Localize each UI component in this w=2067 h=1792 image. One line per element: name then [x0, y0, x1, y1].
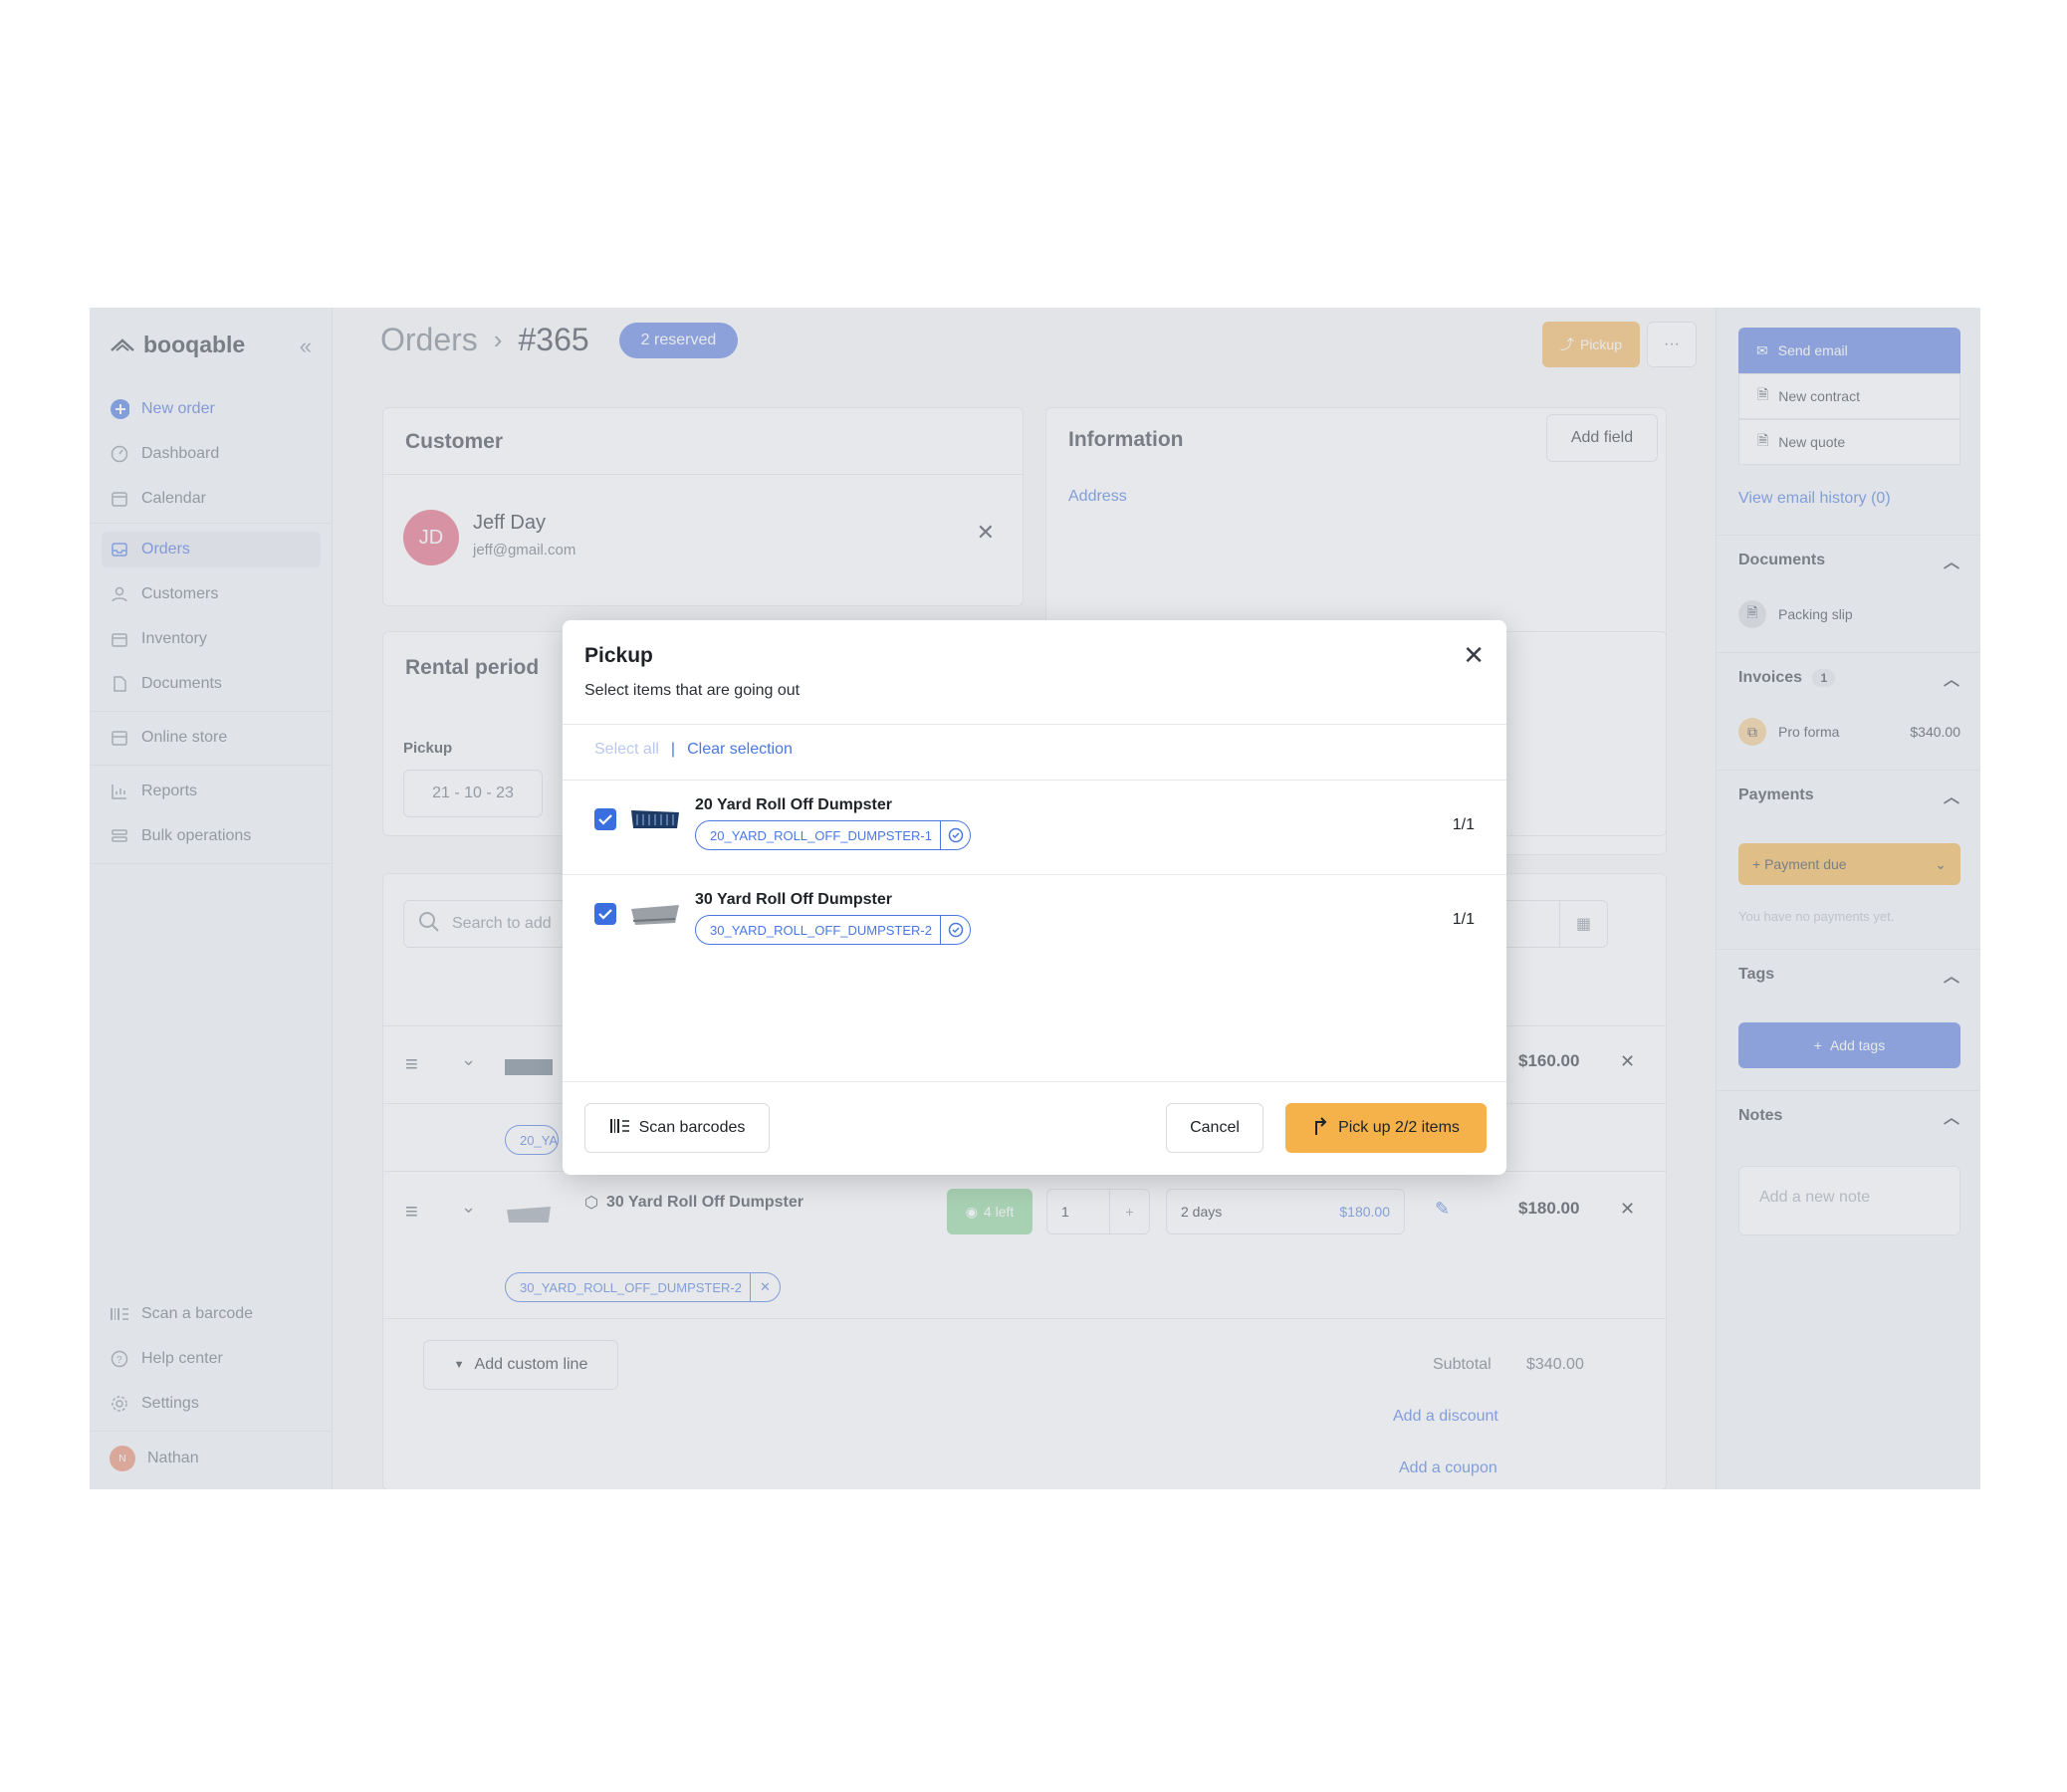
clear-selection-link[interactable]: Clear selection [687, 741, 793, 759]
select-all-link[interactable]: Select all [594, 741, 659, 759]
modal-title: Pickup [584, 644, 653, 667]
scan-barcodes-button[interactable]: Scan barcodes [584, 1103, 770, 1153]
modal-divider [563, 1081, 1506, 1082]
pick-up-items-button[interactable]: Pick up 2/2 items [1285, 1103, 1487, 1153]
item-checkbox[interactable] [594, 808, 616, 830]
scan-barcodes-label: Scan barcodes [638, 1119, 746, 1136]
item-name: 20 Yard Roll Off Dumpster [695, 796, 892, 813]
cancel-button[interactable]: Cancel [1166, 1103, 1263, 1153]
checkmark-icon [598, 814, 612, 825]
pickup-item-row[interactable]: 20 Yard Roll Off Dumpster 20_YARD_ROLL_O… [563, 781, 1506, 874]
pickup-item-row[interactable]: 30 Yard Roll Off Dumpster 30_YARD_ROLL_O… [563, 875, 1506, 969]
modal-divider [563, 724, 1506, 725]
selection-separator: | [670, 741, 676, 758]
selection-controls: Select all | Clear selection [594, 741, 793, 759]
product-thumbnail [629, 903, 681, 929]
item-tag-text: 20_YARD_ROLL_OFF_DUMPSTER-1 [710, 827, 932, 843]
pickup-modal: Pickup Select items that are going out ✕… [563, 620, 1506, 1175]
item-quantity: 1/1 [1452, 911, 1475, 928]
check-circle-icon [940, 916, 970, 944]
check-circle-icon [940, 821, 970, 849]
pickup-arrow-icon [1312, 1116, 1328, 1141]
pick-up-items-label: Pick up 2/2 items [1338, 1119, 1460, 1136]
barcode-icon [609, 1117, 631, 1140]
item-name: 30 Yard Roll Off Dumpster [695, 891, 892, 908]
close-icon[interactable]: ✕ [1463, 640, 1485, 671]
modal-subtitle: Select items that are going out [584, 682, 801, 699]
checkmark-icon [598, 909, 612, 920]
item-tag-pill[interactable]: 30_YARD_ROLL_OFF_DUMPSTER-2 [695, 915, 971, 945]
item-tag-pill[interactable]: 20_YARD_ROLL_OFF_DUMPSTER-1 [695, 820, 971, 850]
item-quantity: 1/1 [1452, 816, 1475, 833]
product-thumbnail [629, 806, 681, 832]
item-checkbox[interactable] [594, 903, 616, 925]
item-tag-text: 30_YARD_ROLL_OFF_DUMPSTER-2 [710, 922, 932, 938]
